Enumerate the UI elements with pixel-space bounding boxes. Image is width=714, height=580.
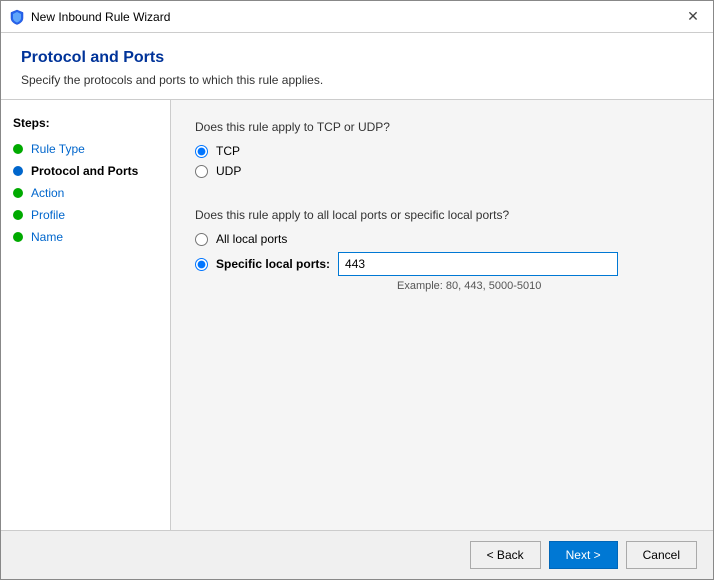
back-button[interactable]: < Back	[470, 541, 541, 569]
step-dot-name	[13, 232, 23, 242]
app-icon	[9, 9, 25, 25]
step-dot-rule-type	[13, 144, 23, 154]
header-section: Protocol and Ports Specify the protocols…	[1, 33, 713, 100]
sidebar-label-profile: Profile	[31, 208, 65, 222]
specific-ports-radio[interactable]	[195, 258, 208, 271]
divider	[195, 184, 689, 204]
ports-question: Does this rule apply to all local ports …	[195, 208, 689, 222]
sidebar-label-name: Name	[31, 230, 63, 244]
sidebar-label-action: Action	[31, 186, 64, 200]
step-dot-action	[13, 188, 23, 198]
window-title: New Inbound Rule Wizard	[31, 10, 681, 24]
specific-ports-row: Specific local ports:	[195, 252, 689, 276]
tcp-radio[interactable]	[195, 145, 208, 158]
sidebar-item-rule-type[interactable]: Rule Type	[1, 138, 170, 160]
step-dot-protocol-ports	[13, 166, 23, 176]
steps-label: Steps:	[1, 112, 170, 138]
cancel-button[interactable]: Cancel	[626, 541, 697, 569]
udp-radio[interactable]	[195, 165, 208, 178]
sidebar: Steps: Rule Type Protocol and Ports Acti…	[1, 100, 171, 530]
port-value-input[interactable]	[338, 252, 618, 276]
close-button[interactable]: ✕	[681, 5, 705, 29]
main-body: Steps: Rule Type Protocol and Ports Acti…	[1, 100, 713, 530]
protocol-radio-group: TCP UDP	[195, 144, 689, 178]
right-panel: Does this rule apply to TCP or UDP? TCP …	[171, 100, 713, 530]
all-ports-label[interactable]: All local ports	[216, 232, 287, 246]
sidebar-item-action[interactable]: Action	[1, 182, 170, 204]
port-example-text: Example: 80, 443, 5000-5010	[397, 280, 689, 292]
step-dot-profile	[13, 210, 23, 220]
tcp-udp-question: Does this rule apply to TCP or UDP?	[195, 120, 689, 134]
sidebar-label-protocol-ports: Protocol and Ports	[31, 164, 138, 178]
all-ports-radio[interactable]	[195, 233, 208, 246]
sidebar-item-protocol-ports[interactable]: Protocol and Ports	[1, 160, 170, 182]
next-button[interactable]: Next >	[549, 541, 618, 569]
sidebar-item-profile[interactable]: Profile	[1, 204, 170, 226]
wizard-window: New Inbound Rule Wizard ✕ Protocol and P…	[0, 0, 714, 580]
sidebar-item-name[interactable]: Name	[1, 226, 170, 248]
page-subtitle: Specify the protocols and ports to which…	[21, 73, 693, 87]
specific-ports-label[interactable]: Specific local ports:	[216, 257, 330, 271]
all-ports-option[interactable]: All local ports	[195, 232, 689, 246]
sidebar-label-rule-type: Rule Type	[31, 142, 85, 156]
titlebar: New Inbound Rule Wizard ✕	[1, 1, 713, 33]
footer: < Back Next > Cancel	[1, 530, 713, 579]
udp-label[interactable]: UDP	[216, 164, 241, 178]
tcp-option[interactable]: TCP	[195, 144, 689, 158]
udp-option[interactable]: UDP	[195, 164, 689, 178]
page-title: Protocol and Ports	[21, 49, 693, 67]
port-section: Does this rule apply to all local ports …	[195, 208, 689, 292]
tcp-label[interactable]: TCP	[216, 144, 240, 158]
